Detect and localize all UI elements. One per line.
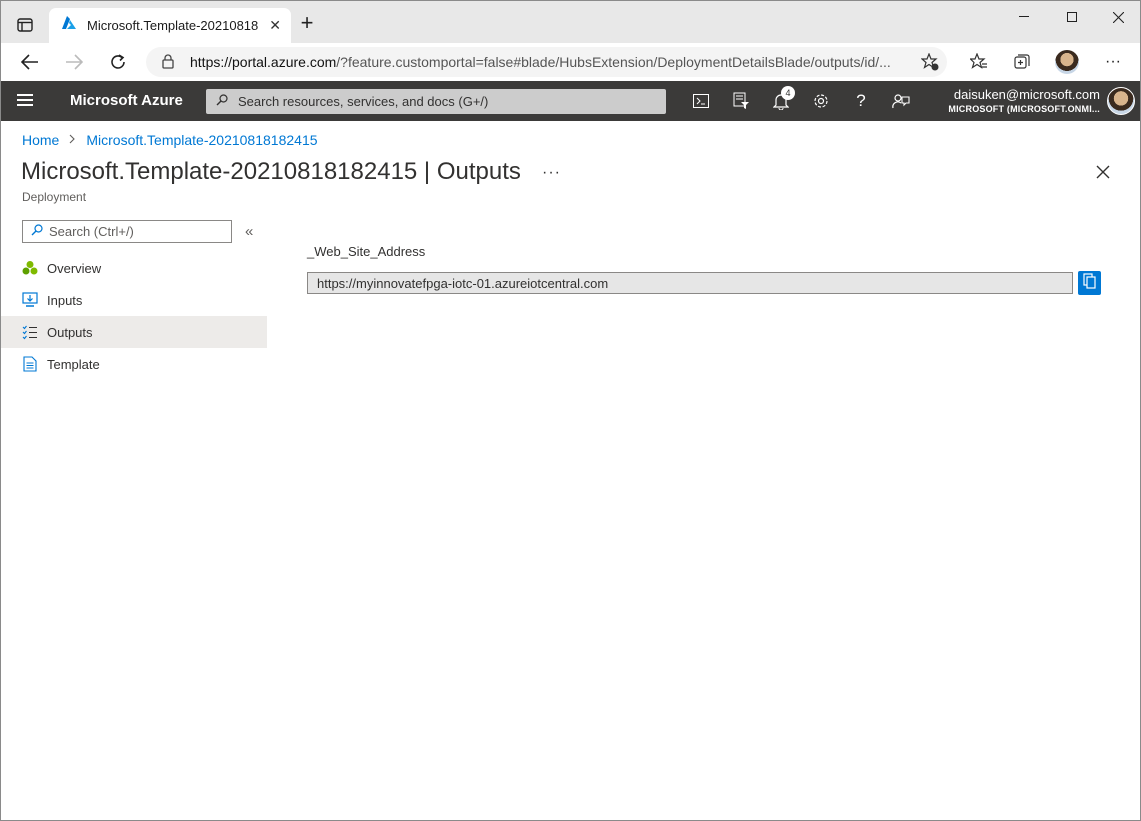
- browser-profile-avatar[interactable]: [1055, 50, 1079, 74]
- search-icon: [216, 93, 228, 111]
- outputs-icon: [22, 324, 38, 340]
- url-bar[interactable]: https://portal.azure.com/?feature.custom…: [146, 47, 947, 77]
- tab-close-icon[interactable]: ✕: [269, 17, 281, 34]
- browser-tab[interactable]: Microsoft.Template-20210818182415 ✕: [49, 8, 291, 43]
- output-value-field[interactable]: https://myinnovatefpga-iotc-01.azureiotc…: [307, 272, 1073, 294]
- azure-brand[interactable]: Microsoft Azure: [70, 92, 183, 109]
- url-host: https://portal.azure.com: [190, 54, 337, 70]
- page-title-resource: Microsoft.Template-20210818182415: [21, 158, 418, 185]
- sidebar-item-label: Overview: [47, 260, 102, 276]
- search-icon: [31, 223, 43, 241]
- portal-menu-icon[interactable]: [17, 94, 33, 108]
- breadcrumb: Home Microsoft.Template-20210818182415: [22, 132, 318, 148]
- forward-icon[interactable]: [61, 50, 87, 74]
- address-bar-row: https://portal.azure.com/?feature.custom…: [1, 43, 1140, 81]
- directory-filter-icon[interactable]: [731, 91, 751, 111]
- azure-logo-icon: [61, 16, 77, 35]
- chevron-right-icon: [69, 133, 76, 147]
- window-close-icon[interactable]: [1095, 7, 1140, 27]
- notifications-icon[interactable]: 4: [771, 86, 795, 111]
- help-icon[interactable]: ?: [851, 91, 871, 111]
- tab-strip: Microsoft.Template-20210818182415 ✕ +: [1, 1, 1140, 43]
- minimize-icon[interactable]: [1001, 7, 1047, 27]
- back-icon[interactable]: [17, 50, 43, 74]
- new-tab-icon[interactable]: +: [297, 12, 317, 34]
- sidebar-item-inputs[interactable]: Inputs: [1, 284, 267, 316]
- global-search-input[interactable]: Search resources, services, and docs (G+…: [206, 89, 666, 114]
- sidebar-item-label: Inputs: [47, 292, 83, 308]
- page-title-section: Outputs: [436, 158, 521, 185]
- sidebar-item-label: Template: [47, 356, 100, 372]
- tab-title: Microsoft.Template-20210818182415: [87, 18, 259, 33]
- breadcrumb-current[interactable]: Microsoft.Template-20210818182415: [86, 132, 317, 148]
- browser-menu-icon[interactable]: ···: [1100, 50, 1126, 74]
- collections-icon[interactable]: [1009, 50, 1035, 74]
- sidebar-item-label: Outputs: [47, 324, 93, 340]
- favorite-add-icon[interactable]: [920, 52, 939, 76]
- cloud-shell-icon[interactable]: [691, 91, 711, 111]
- menu-search-placeholder: Search (Ctrl+/): [49, 224, 134, 239]
- notification-badge: 4: [781, 86, 795, 100]
- sidebar-item-outputs[interactable]: Outputs: [1, 316, 267, 348]
- menu-search-input[interactable]: Search (Ctrl+/): [22, 220, 232, 243]
- overview-icon: [22, 260, 38, 276]
- inputs-icon: [22, 292, 38, 308]
- breadcrumb-home[interactable]: Home: [22, 132, 59, 148]
- account-info[interactable]: daisuken@microsoft.com MICROSOFT (MICROS…: [948, 87, 1100, 114]
- account-name: daisuken@microsoft.com: [953, 87, 1100, 102]
- sidebar-item-template[interactable]: Template: [1, 348, 267, 380]
- blade-close-icon[interactable]: [1095, 164, 1113, 182]
- global-search-placeholder: Search resources, services, and docs (G+…: [238, 94, 489, 109]
- favorites-icon[interactable]: [966, 50, 992, 74]
- feedback-icon[interactable]: [891, 91, 911, 111]
- tab-actions-icon[interactable]: [15, 16, 35, 34]
- page-subtitle: Deployment: [22, 190, 87, 204]
- maximize-icon[interactable]: [1049, 7, 1095, 27]
- collapse-menu-icon[interactable]: «: [245, 223, 253, 240]
- browser-window: Microsoft.Template-20210818182415 ✕ + h: [0, 0, 1141, 821]
- more-actions-icon[interactable]: ···: [542, 164, 561, 182]
- template-icon: [22, 356, 38, 372]
- account-org: MICROSOFT (MICROSOFT.ONMI...: [948, 104, 1100, 114]
- url-path: /?feature.customportal=false#blade/HubsE…: [336, 54, 891, 70]
- page-title-separator: |: [417, 158, 437, 185]
- settings-gear-icon[interactable]: [811, 91, 831, 111]
- output-name-label: _Web_Site_Address: [307, 244, 426, 259]
- copy-to-clipboard-button[interactable]: [1078, 271, 1101, 295]
- account-avatar[interactable]: [1107, 87, 1135, 115]
- copy-icon: [1083, 272, 1096, 294]
- page-title: Microsoft.Template-20210818182415 | Outp…: [21, 158, 521, 186]
- url-text: https://portal.azure.com/?feature.custom…: [190, 54, 910, 70]
- sidebar-item-overview[interactable]: Overview: [1, 252, 267, 284]
- refresh-icon[interactable]: [105, 50, 131, 74]
- azure-top-bar: Microsoft Azure Search resources, servic…: [1, 81, 1140, 121]
- lock-icon[interactable]: [162, 54, 174, 74]
